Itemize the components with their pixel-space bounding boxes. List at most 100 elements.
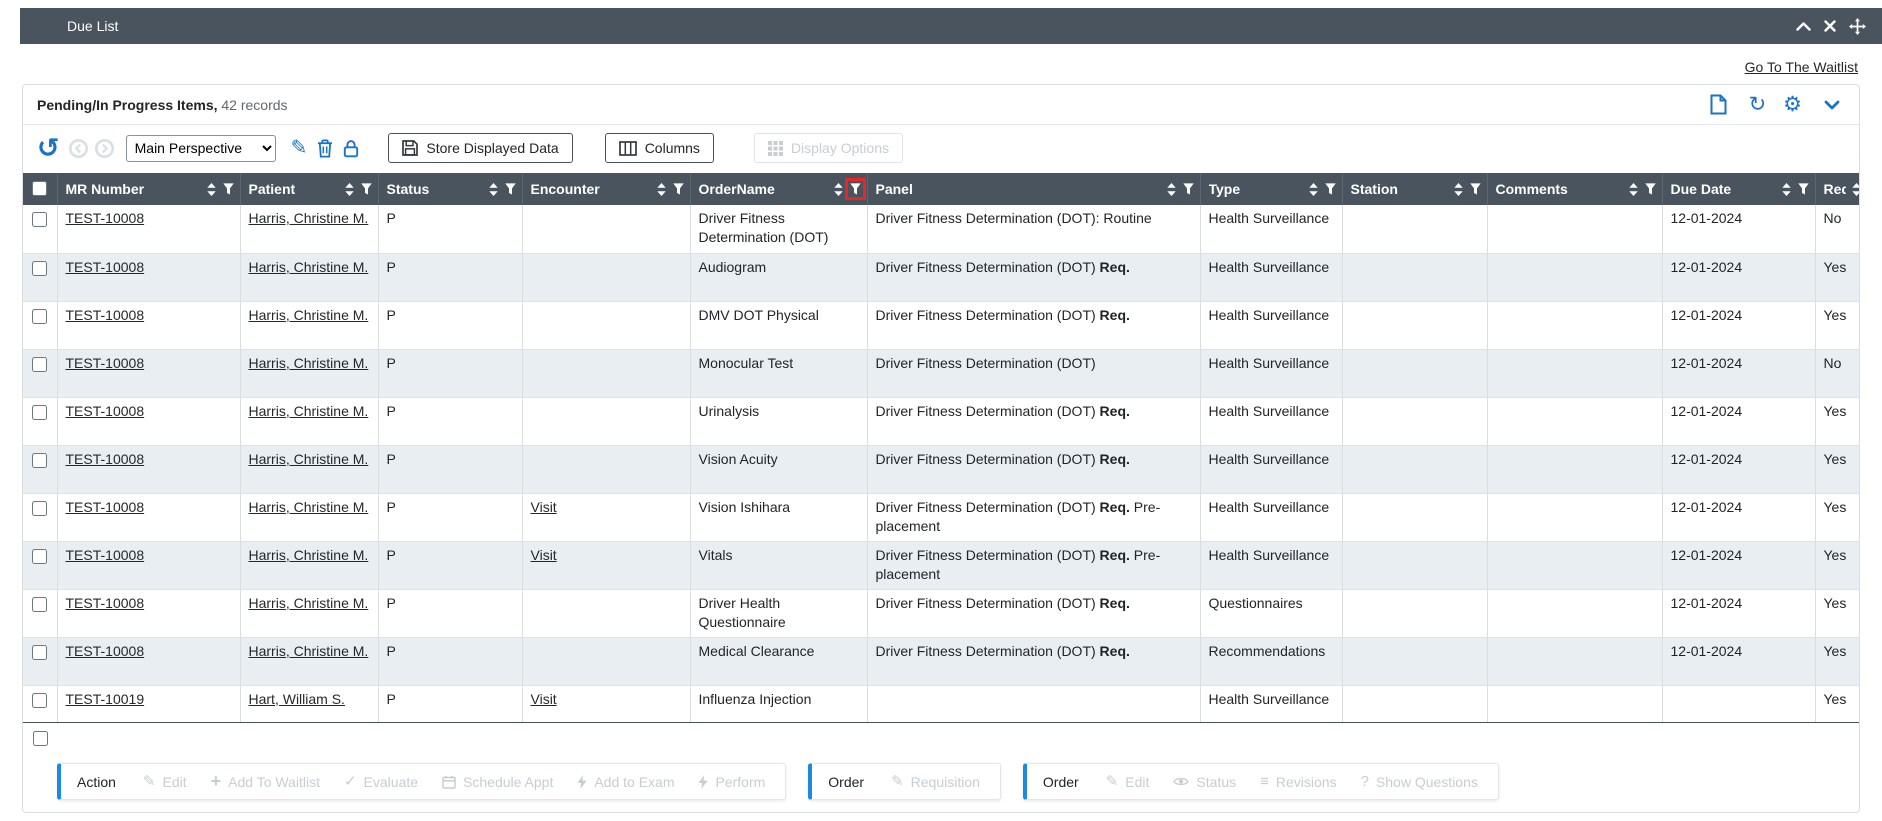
sort-icon[interactable]: [345, 183, 354, 196]
undo-icon[interactable]: ↺: [37, 137, 60, 159]
patient-link[interactable]: Harris, Christine M.: [249, 355, 369, 371]
row-checkbox[interactable]: [32, 549, 47, 564]
col-header-req[interactable]: Req: [1815, 173, 1859, 205]
row-checkbox[interactable]: [32, 597, 47, 612]
delete-perspective-icon[interactable]: [317, 139, 333, 158]
col-header-station[interactable]: Station: [1342, 173, 1487, 205]
mr-number-link[interactable]: TEST-10008: [66, 355, 145, 371]
evaluate-button[interactable]: ✓Evaluate: [332, 768, 430, 796]
move-window-icon[interactable]: [1849, 18, 1866, 35]
mr-number-link[interactable]: TEST-10008: [66, 499, 145, 515]
filter-icon[interactable]: [850, 183, 861, 195]
mr-number-link[interactable]: TEST-10008: [66, 259, 145, 275]
patient-link[interactable]: Hart, William S.: [249, 691, 345, 707]
row-checkbox[interactable]: [32, 645, 47, 660]
sort-icon[interactable]: [207, 183, 216, 196]
patient-link[interactable]: Harris, Christine M.: [249, 210, 369, 226]
sort-icon[interactable]: [1852, 183, 1860, 196]
sort-icon[interactable]: [1782, 183, 1791, 196]
mr-number-link[interactable]: TEST-10008: [66, 595, 145, 611]
col-header-panel[interactable]: Panel: [867, 173, 1200, 205]
sort-icon[interactable]: [1309, 183, 1318, 196]
filter-icon[interactable]: [1798, 183, 1809, 195]
filter-icon[interactable]: [505, 183, 516, 195]
sort-icon[interactable]: [1629, 183, 1638, 196]
row-checkbox[interactable]: [32, 501, 47, 516]
sort-icon[interactable]: [489, 183, 498, 196]
col-header-order[interactable]: OrderName: [690, 173, 867, 205]
schedule-appt-button[interactable]: Schedule Appt: [430, 768, 565, 796]
perspective-select[interactable]: Main Perspective: [126, 135, 276, 162]
patient-link[interactable]: Harris, Christine M.: [249, 499, 369, 515]
col-header-status[interactable]: Status: [378, 173, 522, 205]
collapse-window-icon[interactable]: [1796, 22, 1811, 31]
col-header-comments[interactable]: Comments: [1487, 173, 1662, 205]
add-to-waitlist-button[interactable]: +Add To Waitlist: [199, 767, 332, 795]
patient-link[interactable]: Harris, Christine M.: [249, 307, 369, 323]
filter-icon[interactable]: [1470, 183, 1481, 195]
sort-icon[interactable]: [1167, 183, 1176, 196]
filter-icon[interactable]: [361, 183, 372, 195]
mr-number-link[interactable]: TEST-10019: [66, 691, 145, 707]
filter-icon[interactable]: [1325, 183, 1336, 195]
filter-icon[interactable]: [223, 183, 234, 195]
encounter-link[interactable]: Visit: [531, 691, 557, 707]
mr-number-link[interactable]: TEST-10008: [66, 210, 145, 226]
patient-link[interactable]: Harris, Christine M.: [249, 259, 369, 275]
mr-number-link[interactable]: TEST-10008: [66, 643, 145, 659]
row-checkbox[interactable]: [32, 212, 47, 227]
footer-select-checkbox[interactable]: [33, 731, 48, 746]
encounter-link[interactable]: Visit: [531, 547, 557, 563]
add-to-exam-button[interactable]: Add to Exam: [565, 768, 686, 796]
col-header-patient[interactable]: Patient: [240, 173, 378, 205]
row-checkbox[interactable]: [32, 357, 47, 372]
col-header-type[interactable]: Type: [1200, 173, 1342, 205]
col-header-mr[interactable]: MR Number: [57, 173, 240, 205]
filter-icon[interactable]: [1645, 183, 1656, 195]
mr-number-link[interactable]: TEST-10008: [66, 547, 145, 563]
show-questions-button[interactable]: ?Show Questions: [1349, 768, 1490, 796]
revisions-button[interactable]: ≡Revisions: [1248, 768, 1348, 796]
row-checkbox[interactable]: [32, 309, 47, 324]
sort-icon[interactable]: [834, 183, 843, 196]
settings-gear-icon[interactable]: ⚙: [1783, 94, 1802, 115]
filter-icon[interactable]: [673, 183, 684, 195]
edit-perspective-icon[interactable]: ✎: [291, 138, 308, 158]
new-document-icon[interactable]: [1710, 94, 1727, 115]
lock-icon[interactable]: [343, 139, 359, 158]
patient-link[interactable]: Harris, Christine M.: [249, 643, 369, 659]
sort-icon[interactable]: [657, 183, 666, 196]
row-checkbox[interactable]: [32, 405, 47, 420]
next-perspective-icon[interactable]: [94, 138, 115, 159]
patient-link[interactable]: Harris, Christine M.: [249, 451, 369, 467]
edit-button[interactable]: ✎Edit: [131, 768, 199, 796]
row-checkbox[interactable]: [32, 453, 47, 468]
prev-perspective-icon[interactable]: [68, 138, 89, 159]
encounter-link[interactable]: Visit: [531, 499, 557, 515]
filter-icon[interactable]: [1183, 183, 1194, 195]
row-checkbox[interactable]: [32, 261, 47, 276]
col-header-encounter[interactable]: Encounter: [522, 173, 690, 205]
collapse-panel-icon[interactable]: [1824, 100, 1840, 110]
patient-link[interactable]: Harris, Christine M.: [249, 595, 369, 611]
close-icon[interactable]: [1824, 20, 1836, 32]
perform-button[interactable]: Perform: [686, 768, 777, 796]
patient-link[interactable]: Harris, Christine M.: [249, 547, 369, 563]
sort-icon[interactable]: [1454, 183, 1463, 196]
status-button[interactable]: Status: [1161, 768, 1248, 796]
mr-number-link[interactable]: TEST-10008: [66, 307, 145, 323]
requisition-button[interactable]: ✎Requisition: [879, 768, 992, 796]
refresh-icon[interactable]: ↻: [1749, 94, 1767, 115]
waitlist-link[interactable]: Go To The Waitlist: [1745, 59, 1858, 75]
patient-link[interactable]: Harris, Christine M.: [249, 403, 369, 419]
col-header-due[interactable]: Due Date: [1662, 173, 1815, 205]
select-all-checkbox[interactable]: [32, 181, 47, 196]
window-titlebar[interactable]: Due List: [20, 8, 1882, 44]
mr-number-link[interactable]: TEST-10008: [66, 451, 145, 467]
edit-button[interactable]: ✎Edit: [1094, 768, 1162, 796]
display-options-button[interactable]: Display Options: [754, 133, 903, 163]
mr-number-link[interactable]: TEST-10008: [66, 403, 145, 419]
columns-button[interactable]: Columns: [605, 133, 714, 163]
store-displayed-data-button[interactable]: Store Displayed Data: [388, 133, 572, 163]
row-checkbox[interactable]: [32, 693, 47, 708]
